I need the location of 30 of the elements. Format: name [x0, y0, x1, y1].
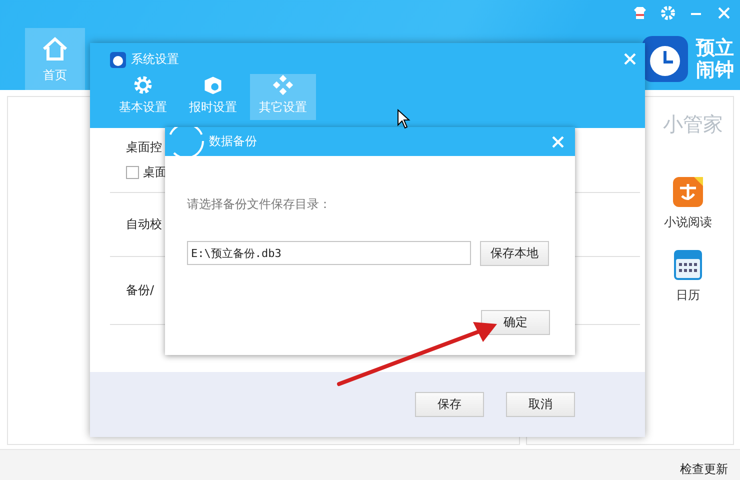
- side-panel-title: 小管家: [663, 111, 723, 138]
- section-label: 备份/: [126, 282, 154, 299]
- close-button[interactable]: [551, 135, 565, 149]
- novel-app-icon[interactable]: [672, 176, 704, 208]
- check-update-link[interactable]: 检查更新: [680, 461, 728, 478]
- settings-icon[interactable]: [660, 5, 676, 21]
- cancel-button[interactable]: 取消: [506, 392, 575, 417]
- app-label[interactable]: 小说阅读: [664, 214, 712, 231]
- diamonds-icon: [271, 74, 295, 96]
- calendar-icon[interactable]: [672, 249, 704, 281]
- close-icon[interactable]: [716, 5, 732, 21]
- close-button[interactable]: [623, 52, 637, 66]
- save-button[interactable]: 保存: [415, 392, 484, 417]
- save-local-button[interactable]: 保存本地: [480, 241, 549, 266]
- app-label[interactable]: 日历: [676, 287, 700, 304]
- dialog-title: 系统设置: [131, 51, 179, 68]
- path-field[interactable]: E:\预立备份.db3: [187, 241, 471, 265]
- dialog-title: 数据备份: [209, 133, 257, 150]
- section-label: 桌面控: [126, 139, 162, 156]
- shirt-icon[interactable]: [632, 5, 648, 21]
- app-icon: [110, 52, 126, 68]
- close-icon: [551, 135, 565, 149]
- prompt-text: 请选择备份文件保存目录：: [187, 196, 332, 213]
- ok-button[interactable]: 确定: [481, 310, 550, 335]
- logo-text: 预立 闹钟: [696, 37, 734, 81]
- alarm-clock-logo-icon: [640, 34, 690, 84]
- section-label: 自动校: [126, 216, 162, 233]
- checkbox[interactable]: [126, 166, 139, 179]
- close-icon: [623, 52, 637, 66]
- cursor-icon: [398, 109, 410, 129]
